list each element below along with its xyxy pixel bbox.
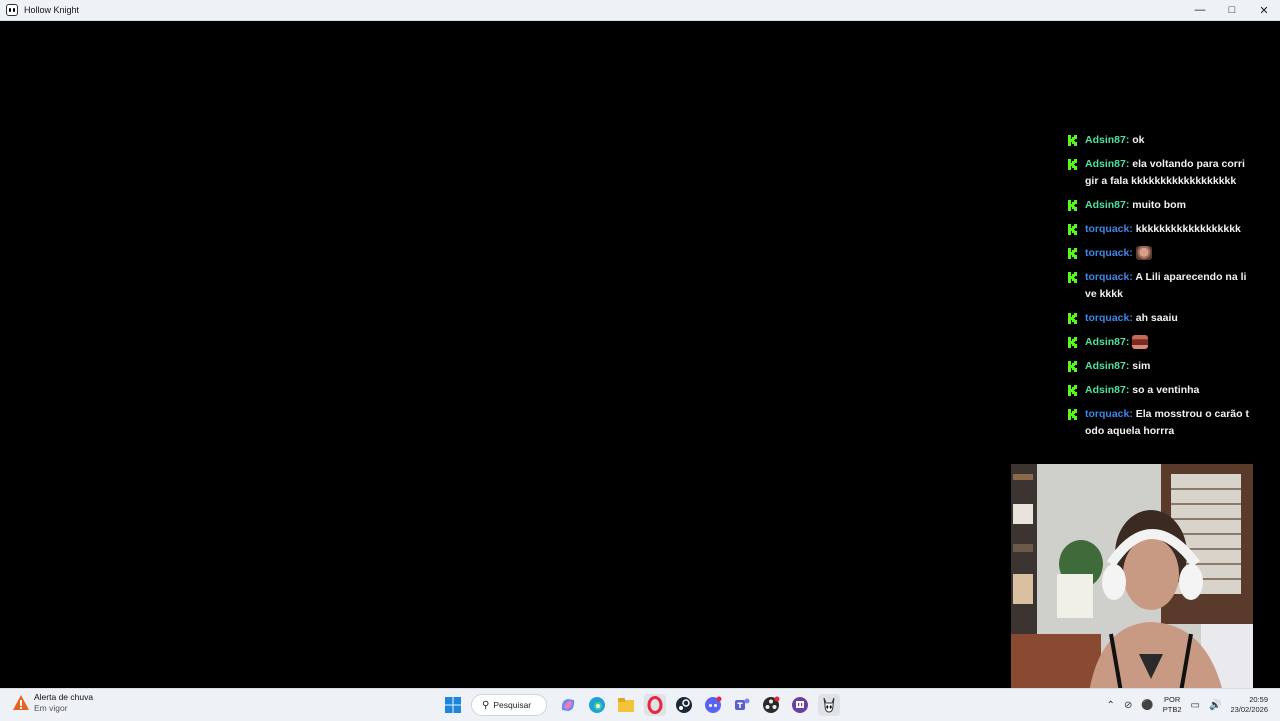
hollow-knight-icon	[6, 4, 18, 16]
chat-username: torquack:	[1085, 271, 1133, 283]
maximize-icon: □	[1228, 4, 1236, 16]
window-title-bar: Hollow Knight — □ ✕	[0, 0, 1280, 21]
twitch-button[interactable]	[789, 694, 811, 716]
network-off-icon[interactable]: ⊘	[1124, 700, 1132, 711]
kick-icon	[1068, 313, 1077, 324]
search-box[interactable]: ⚲ Pesquisar	[471, 694, 547, 716]
chat-message: Adsin87: muito bom	[1068, 197, 1250, 214]
chat-message: torquack: A Lili aparecendo na live kkkk	[1068, 269, 1250, 303]
chat-message: Adsin87:	[1068, 334, 1250, 351]
chat-message: Adsin87: ela voltando para corrigir a fa…	[1068, 156, 1250, 190]
minimize-icon: —	[1194, 4, 1206, 16]
chat-message: torquack:	[1068, 245, 1250, 262]
clock-time: 20:59	[1249, 695, 1268, 704]
chat-username: Adsin87:	[1085, 336, 1130, 348]
chat-text: ah saaiu	[1135, 312, 1178, 324]
chevron-up-icon[interactable]: ⌃	[1107, 700, 1115, 711]
chat-overlay: Adsin87: ok Adsin87: ela voltando para c…	[1068, 132, 1250, 447]
chat-message: torquack: kkkkkkkkkkkkkkkkkk	[1068, 221, 1250, 238]
clock-date: 23/02/2026	[1230, 705, 1268, 714]
weather-widget[interactable]: Alerta de chuva Em vigor	[12, 692, 93, 714]
weather-alert-icon	[13, 695, 29, 710]
kick-icon	[1068, 337, 1077, 348]
opera-gx-icon	[647, 696, 663, 714]
chat-text: kkkkkkkkkkkkkkkkkk	[1135, 223, 1241, 235]
chat-username: torquack:	[1085, 247, 1133, 259]
volume-icon[interactable]: 🔊	[1209, 700, 1221, 711]
kick-icon	[1068, 272, 1077, 283]
kick-icon	[1068, 385, 1077, 396]
chat-username: Adsin87:	[1085, 384, 1130, 396]
chat-text: ok	[1132, 134, 1145, 146]
chat-username: torquack:	[1085, 408, 1133, 420]
language-indicator[interactable]: POR PTB2	[1163, 695, 1182, 715]
chat-username: torquack:	[1085, 223, 1133, 235]
system-tray: ⌃ ⊘ ⚫ POR PTB2 ▭ 🔊 20:59 23/02/2026	[1107, 689, 1280, 721]
clock[interactable]: 20:59 23/02/2026	[1230, 695, 1268, 715]
mouth-emote	[1132, 335, 1149, 350]
face-emote	[1135, 246, 1152, 261]
close-icon: ✕	[1259, 4, 1269, 17]
taskbar-apps: ⚲ Pesquisar	[442, 693, 847, 717]
kick-icon	[1068, 409, 1077, 420]
edge-button[interactable]	[586, 694, 608, 716]
lang-bottom: PTB2	[1162, 705, 1182, 714]
steam-icon	[676, 697, 692, 713]
twitch-icon	[792, 697, 808, 713]
display-icon[interactable]: ▭	[1191, 700, 1200, 711]
taskbar: Alerta de chuva Em vigor ⚲ Pesquisar ⌃ ⊘…	[0, 688, 1280, 721]
chat-username: torquack:	[1085, 312, 1133, 324]
chat-message: Adsin87: ok	[1068, 132, 1250, 149]
kick-icon	[1068, 224, 1077, 235]
copilot-icon	[561, 699, 575, 711]
kick-icon	[1068, 135, 1077, 146]
kick-icon	[1068, 200, 1077, 211]
window-controls: — □ ✕	[1184, 0, 1280, 20]
weather-title: Alerta de chuva	[34, 692, 94, 702]
webcam-image	[1011, 464, 1253, 692]
teams-icon	[735, 698, 750, 710]
file-explorer-icon	[618, 698, 634, 712]
kick-icon	[1068, 361, 1077, 372]
search-label: Pesquisar	[493, 700, 532, 710]
window-title: Hollow Knight	[24, 5, 80, 15]
copilot-button[interactable]	[557, 694, 579, 716]
chat-text: sim	[1132, 360, 1151, 372]
webcam-feed	[1011, 464, 1253, 692]
search-icon: ⚲	[482, 699, 490, 711]
teams-button[interactable]	[731, 694, 753, 716]
chat-username: Adsin87:	[1085, 360, 1130, 372]
edge-icon	[589, 697, 605, 713]
chat-message: Adsin87: so a ventinha	[1068, 382, 1250, 399]
steam-button[interactable]	[673, 694, 695, 716]
chat-message: torquack: ah saaiu	[1068, 310, 1250, 327]
chat-username: Adsin87:	[1085, 199, 1130, 211]
file-explorer-button[interactable]	[615, 694, 637, 716]
start-button[interactable]	[442, 694, 464, 716]
chat-username: Adsin87:	[1085, 158, 1130, 170]
weather-subtitle: Em vigor	[34, 703, 68, 713]
chat-username: Adsin87:	[1085, 134, 1130, 146]
hollow-knight-icon	[823, 697, 835, 713]
chat-text: so a ventinha	[1132, 384, 1200, 396]
hollow-knight-button[interactable]	[818, 694, 840, 716]
microphone-icon[interactable]: ⚫	[1141, 700, 1153, 711]
minimize-button[interactable]: —	[1184, 0, 1216, 20]
chat-text: muito bom	[1132, 199, 1186, 211]
start-icon	[445, 697, 461, 713]
lang-top: POR	[1164, 695, 1181, 704]
chat-message: torquack: Ela mosstrou o carão todo aque…	[1068, 406, 1250, 440]
kick-icon	[1068, 248, 1077, 259]
opera-gx-button[interactable]	[644, 694, 666, 716]
obs-button[interactable]	[760, 694, 782, 716]
discord-icon	[705, 696, 722, 713]
chat-message: Adsin87: sim	[1068, 358, 1250, 375]
discord-button[interactable]	[702, 694, 724, 716]
maximize-button[interactable]: □	[1216, 0, 1248, 20]
obs-icon	[763, 696, 780, 713]
close-button[interactable]: ✕	[1248, 0, 1280, 20]
kick-icon	[1068, 159, 1077, 170]
